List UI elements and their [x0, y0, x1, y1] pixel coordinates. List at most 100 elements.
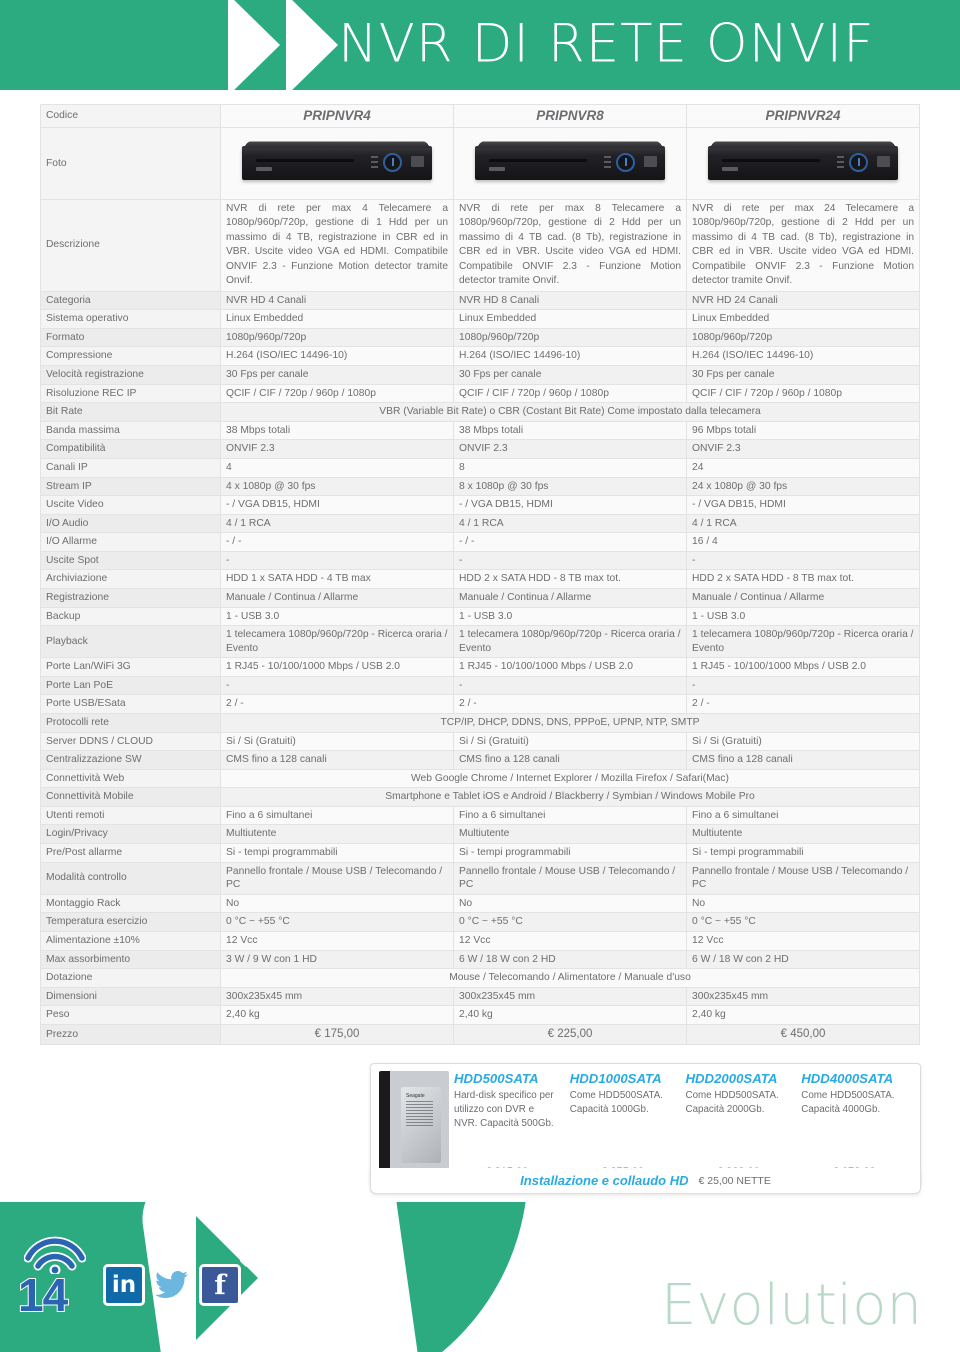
row-value-1: Si - tempi programmabili — [220, 843, 454, 863]
installation-service-bar: Installazione e collaudo HD € 25,00 NETT… — [370, 1168, 921, 1194]
row-value-1: 4 x 1080p @ 30 fps — [220, 476, 454, 497]
hard-disk-image: Seagate — [379, 1071, 449, 1179]
row-value-2: 30 Fps per canale — [453, 365, 687, 385]
hdd-title-2: HDD1000SATA — [569, 1071, 662, 1086]
nvr-jog-dial — [616, 153, 635, 173]
table-row-stream-ip: Stream IP 4 x 1080p @ 30 fps 8 x 1080p @ 3… — [40, 476, 920, 497]
row-value-2: 6 W / 18 W con 2 HD — [453, 949, 687, 970]
table-row-archiviazione: Archiviazione HDD 1 x SATA HDD - 4 TB max… — [40, 569, 920, 589]
row-value-3: 1080p/960p/720p — [686, 327, 920, 348]
row-value-1: HDD 1 x SATA HDD - 4 TB max — [220, 569, 454, 589]
row-value-3: - — [686, 550, 920, 571]
row-value-2: - / VGA DB15, HDMI — [453, 495, 687, 515]
table-row-bit-rate: Bit Rate VBR (Variable Bit Rate) o CBR (C… — [40, 402, 920, 422]
nvr-device-image — [475, 141, 665, 181]
row-value-2: 2,40 kg — [453, 1005, 687, 1025]
row-value-2: Si / Si (Gratuiti) — [453, 731, 687, 752]
table-row-backup: Backup 1 - USB 3.0 1 - USB 3.0 1 - USB 3.0 — [40, 606, 920, 627]
row-label: Prezzo — [40, 1023, 221, 1046]
row-label: Connettività Mobile — [40, 787, 221, 807]
row-label: Porte Lan PoE — [40, 675, 221, 696]
row-value-3: Fino a 6 simultanei — [686, 805, 920, 826]
social-links: in f — [103, 1264, 241, 1306]
table-row-risoluzione-rec-ip: Risoluzione REC IP QCIF / CIF / 720p / 96… — [40, 383, 920, 404]
hdd-brand-logo: Seagate — [406, 1093, 425, 1099]
table-row-descrizione: Descrizione NVR di rete per max 4 Telecam… — [40, 198, 920, 292]
row-label: Descrizione — [40, 198, 221, 292]
row-value-2: 8 x 1080p @ 30 fps — [453, 476, 687, 497]
row-value-1: 4 — [220, 457, 454, 478]
row-value-2: NVR di rete per max 8 Telecamere a 1080p… — [453, 198, 687, 292]
row-value-1: 4 / 1 RCA — [220, 513, 454, 534]
twitter-icon[interactable] — [151, 1264, 193, 1306]
row-value-3: 24 x 1080p @ 30 fps — [686, 476, 920, 497]
row-value-3: NVR di rete per max 24 Telecamere a 1080… — [686, 198, 920, 292]
row-value-2: No — [453, 893, 687, 914]
nvr-led-strip — [489, 167, 505, 172]
hdd-description-1: Hard-disk specifico per utilizzo con DVR… — [454, 1090, 554, 1129]
row-value-3: Linux Embedded — [686, 309, 920, 329]
hdd-label-sticker — [406, 1101, 433, 1127]
row-value-1: QCIF / CIF / 720p / 960p / 1080p — [220, 383, 454, 404]
table-row-peso: Peso 2,40 kg 2,40 kg 2,40 kg — [40, 1005, 920, 1025]
row-value-1: Si / Si (Gratuiti) — [220, 731, 454, 752]
row-value-3: ONVIF 2.3 — [686, 439, 920, 459]
row-value-merged: Mouse / Telecomando / Alimentatore / Man… — [220, 968, 920, 988]
facebook-glyph: f — [214, 1269, 226, 1301]
row-value-3: 2 / - — [686, 694, 920, 715]
table-row-formato: Formato 1080p/960p/720p 1080p/960p/720p 108… — [40, 327, 920, 348]
row-value-2: 2 / - — [453, 694, 687, 715]
row-value-3: Multiutente — [686, 824, 920, 845]
row-value-1: - — [220, 675, 454, 696]
nvr-buttons — [837, 156, 844, 169]
row-label: Utenti remoti — [40, 805, 221, 826]
table-row-max-assorbimento: Max assorbimento 3 W / 9 W con 1 HD 6 W / … — [40, 949, 920, 970]
row-value-merged: VBR (Variable Bit Rate) o CBR (Costant B… — [220, 402, 920, 422]
table-row-categoria: Categoria NVR HD 4 Canali NVR HD 8 Canali N… — [40, 290, 920, 311]
row-value-1: 300x235x45 mm — [220, 986, 454, 1007]
row-value-1: Manuale / Continua / Allarme — [220, 587, 454, 608]
nvr-brand-logo — [644, 156, 657, 168]
nvr-top-panel — [242, 141, 432, 149]
table-row-registrazione: Registrazione Manuale / Continua / Allarm… — [40, 587, 920, 608]
hdd-description-3: Come HDD500SATA. Capacità 2000Gb. — [685, 1090, 779, 1115]
hdd-title-4: HDD4000SATA — [801, 1071, 894, 1086]
linkedin-icon[interactable]: in — [103, 1264, 145, 1306]
row-value-3: 16 / 4 — [686, 532, 920, 552]
row-value-merged: TCP/IP, DHCP, DDNS, DNS, PPPoE, UPNP, NT… — [220, 713, 920, 733]
product-photo-1 — [220, 126, 454, 200]
table-row-alimentazione-10: Alimentazione ±10% 12 Vcc 12 Vcc 12 Vcc — [40, 930, 920, 951]
row-label: Server DDNS / CLOUD — [40, 731, 221, 752]
row-value-3: H.264 (ISO/IEC 14496-10) — [686, 346, 920, 367]
hdd-option-4: HDD4000SATA Come HDD500SATA. Capacità 400… — [796, 1071, 912, 1178]
row-value-2: CMS fino a 128 canali — [453, 750, 687, 770]
row-label: I/O Audio — [40, 513, 221, 534]
row-label: Modalità controllo — [40, 861, 221, 895]
row-label: Peso — [40, 1005, 221, 1025]
row-label: Backup — [40, 606, 221, 627]
row-value-2: 1 RJ45 - 10/100/1000 Mbps / USB 2.0 — [453, 657, 687, 677]
row-value-3: 24 — [686, 457, 920, 478]
row-value-2: ONVIF 2.3 — [453, 439, 687, 459]
row-value-3: 1 telecamera 1080p/960p/720p - Ricerca o… — [686, 625, 920, 659]
table-row-i-o-audio: I/O Audio 4 / 1 RCA 4 / 1 RCA 4 / 1 RCA — [40, 513, 920, 534]
row-label: Velocità registrazione — [40, 365, 221, 385]
row-value-2: - — [453, 550, 687, 571]
row-value-2: 0 °C ~ +55 °C — [453, 912, 687, 932]
row-value-1: 1 RJ45 - 10/100/1000 Mbps / USB 2.0 — [220, 657, 454, 677]
nvr-slot — [489, 159, 587, 163]
facebook-icon[interactable]: f — [199, 1264, 241, 1306]
header-chevron-secondary-icon — [286, 0, 338, 90]
nvr-jog-dial — [849, 153, 868, 173]
twitter-bird-icon — [155, 1271, 188, 1298]
table-row-dimensioni: Dimensioni 300x235x45 mm 300x235x45 mm 300x… — [40, 986, 920, 1007]
nvr-brand-logo — [877, 156, 890, 168]
product-photo-3 — [686, 126, 920, 200]
row-value-2: 1 telecamera 1080p/960p/720p - Ricerca o… — [453, 625, 687, 659]
table-row-porte-usb-esata: Porte USB/ESata 2 / -2 / -2 / - — [40, 694, 920, 715]
hdd-accessory-panel: Seagate HDD500SATA Hard-disk specifico pe… — [370, 1063, 921, 1185]
row-value-1: - — [220, 550, 454, 571]
nvr-top-panel — [708, 141, 898, 149]
table-row-server-ddns-cloud: Server DDNS / CLOUD Si / Si (Gratuiti) Si … — [40, 731, 920, 752]
row-value-3: 12 Vcc — [686, 930, 920, 951]
